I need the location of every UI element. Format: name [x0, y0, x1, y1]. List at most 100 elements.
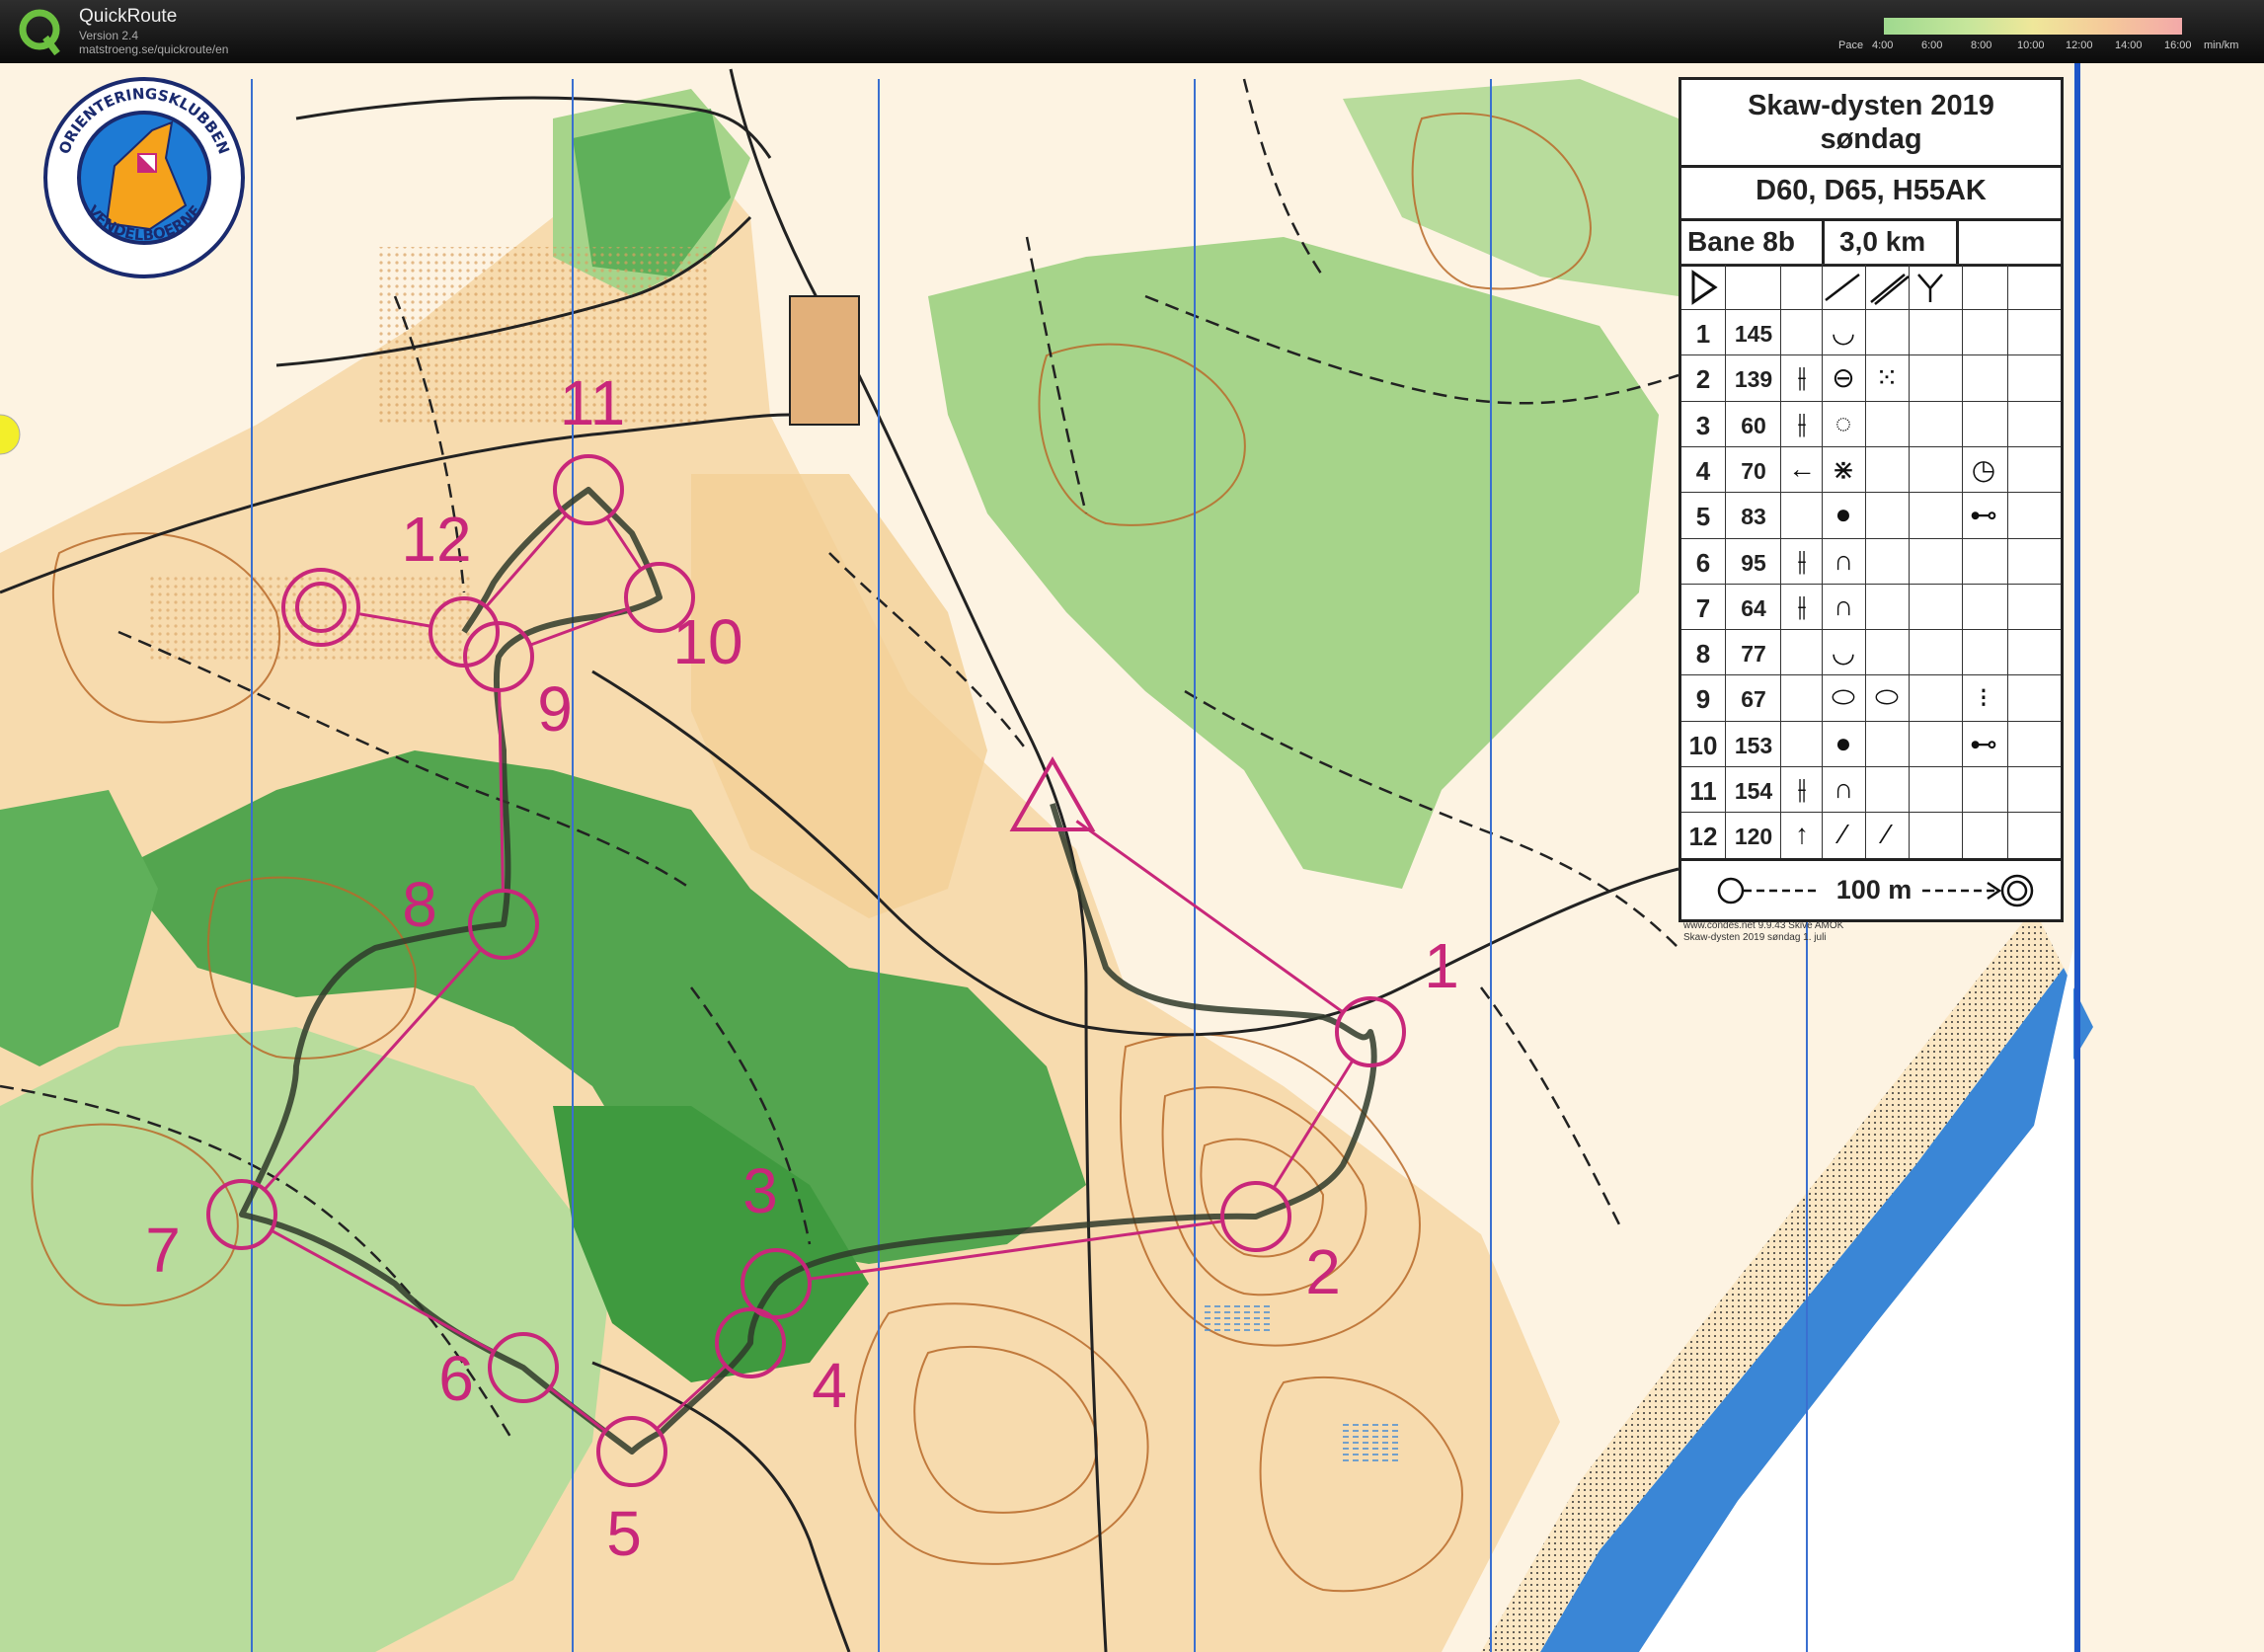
event-classes: D60, D65, H55AK — [1756, 175, 1987, 206]
pace-color-scale — [1884, 18, 2182, 35]
event-title: Skaw-dysten 2019 — [1748, 90, 1994, 121]
control-number-label: 12 — [401, 504, 471, 575]
control-code: 145 — [1734, 321, 1773, 347]
pace-unit: min/km — [2204, 39, 2239, 51]
quickroute-logo-icon — [19, 9, 60, 56]
control-description-row: 7 64 ⫲ ∩ — [1681, 583, 2061, 630]
control-symbol-icon: ◌ — [1835, 407, 1852, 438]
control-code: 70 — [1741, 457, 1766, 484]
start-row — [1681, 264, 2061, 310]
control-symbol-icon: ← — [1788, 452, 1816, 484]
control-description-row: 9 67 ⬭ ⬭ ⁝ — [1681, 674, 2061, 722]
pace-tick: 16:00 — [2164, 39, 2192, 51]
control-symbol-icon: ◡ — [1831, 637, 1856, 669]
control-symbol-icon: ↑ — [1795, 819, 1809, 850]
control-code: 95 — [1741, 549, 1766, 576]
control-code: 153 — [1734, 732, 1773, 758]
control-number-label: 9 — [537, 673, 573, 745]
card-footer: www.condes.net 9.9.43 Skive AMOK Skaw-dy… — [1683, 920, 1843, 944]
control-number-label: 2 — [1305, 1236, 1341, 1307]
finish-leg-row: 100 m — [1681, 858, 2061, 920]
control-symbol-icon: ⬭ — [1832, 681, 1855, 713]
app-version: Version 2.4 — [79, 29, 139, 42]
control-description-row: 5 83 ● ⊷ — [1681, 492, 2061, 539]
app-url: matstroeng.se/quickroute/en — [79, 42, 229, 56]
control-code: 64 — [1741, 594, 1766, 621]
control-symbol-icon: ⊷ — [1970, 500, 1997, 531]
control-symbol-icon: ⫲ — [1797, 590, 1807, 621]
app-title-bar: QuickRoute Version 2.4 matstroeng.se/qui… — [0, 0, 2264, 63]
pace-tick: 14:00 — [2115, 39, 2143, 51]
rough-open-dotted — [375, 247, 711, 425]
course-name: Bane 8b — [1687, 226, 1795, 257]
control-number: 6 — [1695, 547, 1711, 578]
control-symbol-icon: ⁄ — [1884, 819, 1890, 850]
control-description-row: 1 145 ◡ — [1681, 309, 2061, 355]
control-symbol-icon: ⊖ — [1832, 362, 1855, 394]
control-code: 154 — [1734, 778, 1773, 804]
marsh-area — [1343, 1422, 1402, 1461]
pace-tick: 12:00 — [2066, 39, 2093, 51]
control-description-row: 3 60 ⫲ ◌ — [1681, 400, 2061, 447]
control-description-row: 8 77 ◡ — [1681, 629, 2061, 676]
control-number-label: 6 — [438, 1343, 474, 1414]
control-symbol-icon: ● — [1835, 727, 1852, 758]
control-symbol-icon: ⁝ — [1979, 682, 1989, 714]
control-symbol-icon: ⁄ — [1840, 819, 1846, 850]
control-description-row: 2 139 ⫲ ⊖ ⁙ — [1681, 354, 2061, 402]
control-symbol-icon: ● — [1835, 499, 1852, 530]
control-code: 139 — [1734, 366, 1773, 393]
control-code: 120 — [1734, 824, 1773, 850]
control-symbol-icon: ◷ — [1971, 453, 1996, 485]
control-symbol-icon: ⫲ — [1797, 407, 1807, 438]
control-number: 5 — [1695, 502, 1711, 532]
finish-distance: 100 m — [1835, 875, 1913, 905]
pace-label: Pace — [1838, 39, 1864, 51]
card-footer-line2: Skaw-dysten 2019 søndag 1. juli — [1683, 932, 1827, 943]
start-triangle-icon — [1691, 270, 1943, 305]
control-symbol-icon: ⁙ — [1875, 362, 1899, 394]
control-number: 10 — [1688, 730, 1718, 760]
app-name: QuickRoute — [79, 6, 178, 27]
control-symbol-icon: ⫲ — [1797, 544, 1807, 576]
control-symbol-icon: ⋇ — [1832, 453, 1855, 485]
control-symbol-icon: ⬭ — [1875, 681, 1899, 713]
control-number: 8 — [1695, 639, 1711, 669]
pace-tick: 4:00 — [1872, 39, 1894, 51]
pace-tick: 6:00 — [1921, 39, 1943, 51]
control-symbol-icon: ⊷ — [1970, 728, 1997, 759]
control-number-label: 7 — [145, 1215, 181, 1286]
card-footer-line1: www.condes.net 9.9.43 Skive AMOK — [1683, 920, 1844, 931]
control-description-card: Skaw-dysten 2019 søndag D60, D65, H55AK … — [1678, 77, 2064, 922]
control-number: 12 — [1688, 822, 1718, 852]
control-description-row: 6 95 ⫲ ∩ — [1681, 537, 2061, 585]
control-code: 60 — [1741, 412, 1766, 438]
control-number: 3 — [1695, 410, 1711, 440]
control-symbol-icon: ∩ — [1833, 590, 1854, 621]
control-number-label: 4 — [812, 1350, 847, 1421]
pace-tick: 10:00 — [2017, 39, 2045, 51]
control-symbol-icon: ⫲ — [1797, 773, 1807, 804]
club-logo: ORIENTERINGSKLUBBEN VENDELBOERNE — [41, 75, 247, 280]
marsh-area — [1205, 1303, 1274, 1333]
control-number: 4 — [1695, 455, 1711, 486]
control-number-label: 10 — [672, 606, 742, 677]
control-symbol-icon: ∩ — [1833, 773, 1854, 804]
control-number: 7 — [1695, 592, 1711, 623]
control-number-label: 1 — [1424, 930, 1459, 1001]
event-subtitle: søndag — [1820, 123, 1922, 155]
control-code: 77 — [1741, 641, 1766, 668]
building-parking — [789, 295, 860, 426]
control-number: 9 — [1695, 684, 1711, 715]
course-length: 3,0 km — [1839, 226, 1926, 257]
control-number: 11 — [1689, 776, 1717, 806]
control-code: 67 — [1741, 686, 1766, 713]
control-symbol-icon: ∩ — [1833, 544, 1854, 576]
club-logo-emblem-icon: ORIENTERINGSKLUBBEN VENDELBOERNE — [43, 77, 245, 278]
control-number-label: 11 — [560, 367, 625, 438]
control-number: 1 — [1695, 319, 1711, 349]
control-number-label: 8 — [402, 869, 437, 940]
control-number: 2 — [1695, 364, 1711, 395]
control-symbol-icon: ◡ — [1831, 317, 1856, 348]
control-description-row: 11 154 ⫲ ∩ — [1681, 766, 2061, 813]
